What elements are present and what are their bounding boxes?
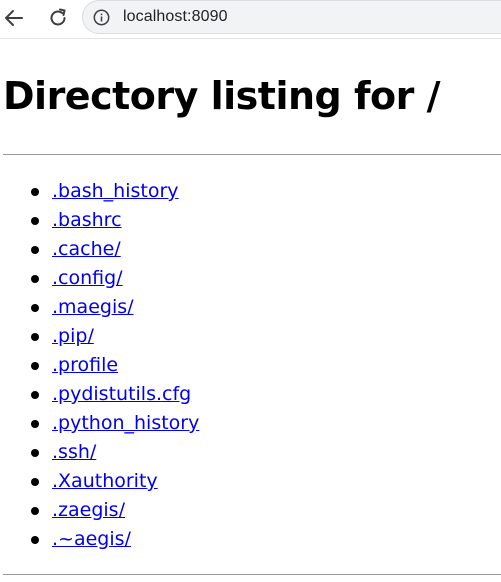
page-content: Directory listing for / .bash_history .ba…: [0, 38, 501, 582]
file-link[interactable]: .pydistutils.cfg: [52, 380, 191, 409]
file-link[interactable]: .profile: [52, 351, 118, 380]
bottom-divider: [3, 574, 501, 575]
bullet-icon: [31, 449, 39, 457]
bullet-icon: [31, 391, 39, 399]
page-title: Directory listing for /: [3, 74, 440, 118]
file-link[interactable]: .Xauthority: [52, 467, 158, 496]
address-url[interactable]: localhost:8090: [123, 8, 228, 26]
bullet-icon: [31, 536, 39, 544]
back-button[interactable]: [0, 4, 28, 32]
file-link[interactable]: .zaegis/: [52, 496, 125, 525]
file-link[interactable]: .ssh/: [52, 438, 96, 467]
browser-toolbar: localhost:8090: [0, 0, 501, 39]
file-link[interactable]: .pip/: [52, 322, 94, 351]
bullet-icon: [31, 333, 39, 341]
bullet-icon: [31, 304, 39, 312]
file-link[interactable]: .cache/: [52, 235, 121, 264]
bullet-icon: [31, 217, 39, 225]
address-bar[interactable]: localhost:8090: [82, 0, 501, 34]
reload-icon: [50, 8, 66, 26]
bullet-icon: [31, 478, 39, 486]
reload-button[interactable]: [44, 4, 72, 32]
file-link[interactable]: .python_history: [52, 409, 199, 438]
file-link[interactable]: .bash_history: [52, 177, 179, 206]
bullet-icon: [31, 507, 39, 515]
file-link[interactable]: .bashrc: [52, 206, 122, 235]
bullet-icon: [31, 362, 39, 370]
file-link[interactable]: .config/: [52, 264, 123, 293]
top-divider: [3, 154, 501, 155]
file-link[interactable]: .~aegis/: [52, 525, 131, 554]
bullet-icon: [31, 246, 39, 254]
arrow-left-icon: [5, 10, 23, 26]
file-link[interactable]: .maegis/: [52, 293, 134, 322]
bullet-icon: [31, 188, 39, 196]
info-circle-icon[interactable]: [93, 9, 110, 26]
bullet-icon: [31, 420, 39, 428]
bullet-icon: [31, 275, 39, 283]
